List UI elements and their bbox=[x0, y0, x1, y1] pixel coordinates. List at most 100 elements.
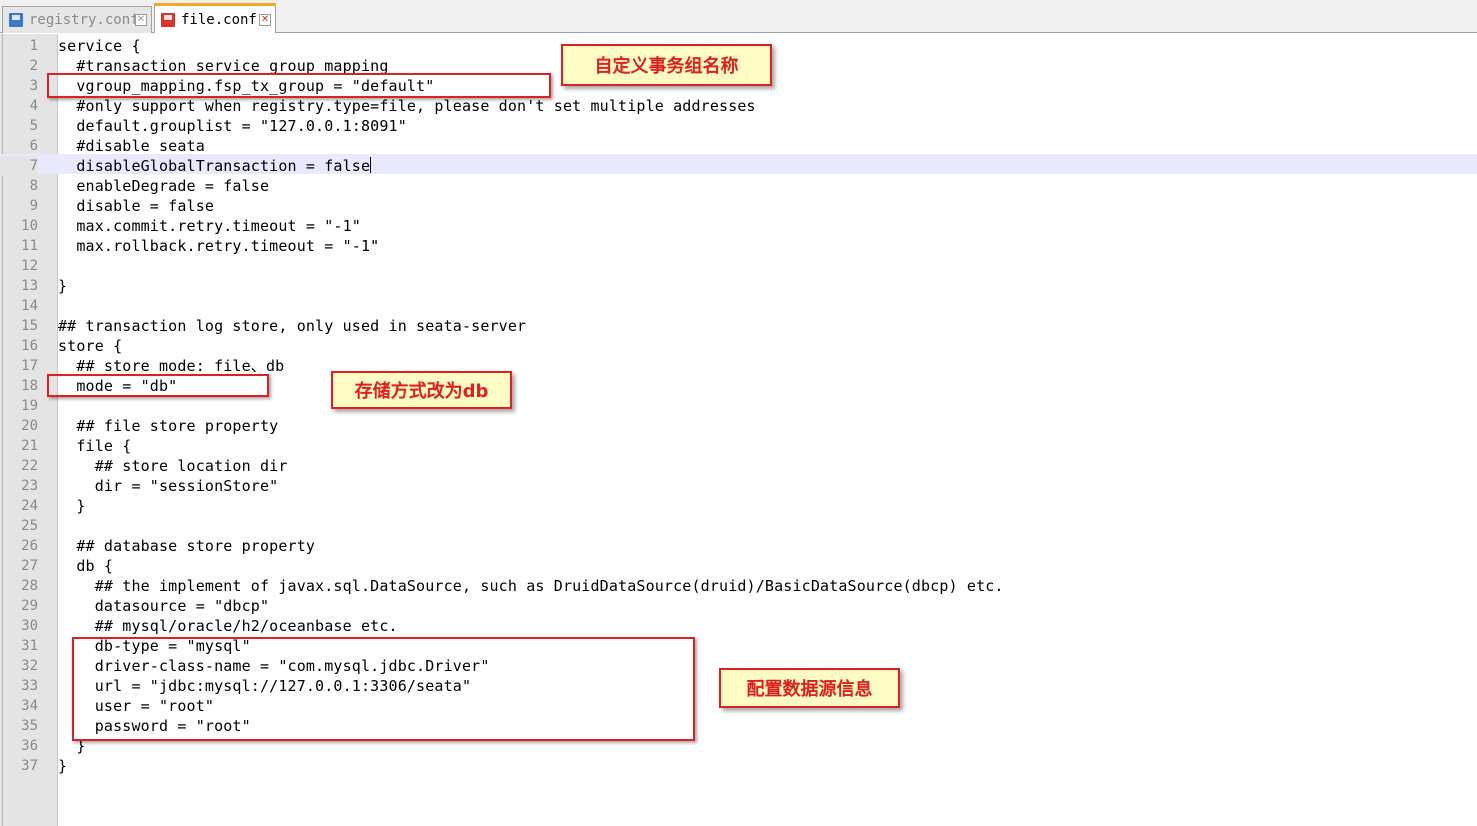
code-line[interactable]: 20 ## file store property bbox=[0, 414, 1477, 436]
code-line[interactable]: 5 default.grouplist = "127.0.0.1:8091" bbox=[0, 114, 1477, 136]
code-line[interactable]: 10 max.commit.retry.timeout = "-1" bbox=[0, 214, 1477, 236]
tab-bar: registry.conf ✕ file.conf ✕ bbox=[0, 0, 1477, 33]
line-number: 31 bbox=[21, 638, 38, 654]
line-number: 20 bbox=[21, 418, 38, 434]
callout-datasource: 配置数据源信息 bbox=[719, 668, 900, 708]
tab-label: registry.conf bbox=[29, 12, 135, 28]
line-text[interactable]: #disable seata bbox=[58, 136, 205, 156]
text-caret bbox=[370, 157, 372, 173]
line-number: 13 bbox=[21, 278, 38, 294]
line-text[interactable]: } bbox=[58, 496, 86, 516]
line-number: 35 bbox=[21, 718, 38, 734]
line-text[interactable]: } bbox=[58, 276, 67, 296]
code-line[interactable]: 9 disable = false bbox=[0, 194, 1477, 216]
line-number: 30 bbox=[21, 618, 38, 634]
line-number: 3 bbox=[29, 78, 38, 94]
line-text[interactable]: } bbox=[58, 756, 67, 776]
line-number: 18 bbox=[21, 378, 38, 394]
line-text[interactable]: store { bbox=[58, 336, 122, 356]
code-line[interactable]: 22 ## store location dir bbox=[0, 454, 1477, 476]
line-text[interactable]: max.commit.retry.timeout = "-1" bbox=[58, 216, 361, 236]
tab-file-conf[interactable]: file.conf ✕ bbox=[154, 3, 276, 33]
code-line[interactable]: 17 ## store mode: file、db bbox=[0, 354, 1477, 376]
line-text[interactable]: ## transaction log store, only used in s… bbox=[58, 316, 526, 336]
line-number: 29 bbox=[21, 598, 38, 614]
line-number: 24 bbox=[21, 498, 38, 514]
highlight-datasource bbox=[72, 637, 695, 741]
saved-file-icon bbox=[9, 13, 23, 27]
code-line[interactable]: 15 ## transaction log store, only used in… bbox=[0, 314, 1477, 336]
code-line[interactable]: 26 ## database store property bbox=[0, 534, 1477, 556]
line-number: 4 bbox=[29, 98, 38, 114]
code-line[interactable]: 8 enableDegrade = false bbox=[0, 174, 1477, 196]
line-text[interactable]: datasource = "dbcp" bbox=[58, 596, 269, 616]
line-number: 26 bbox=[21, 538, 38, 554]
code-line[interactable]: 19 bbox=[0, 394, 1477, 414]
code-line[interactable]: 37} bbox=[0, 754, 1477, 776]
line-number: 12 bbox=[21, 258, 38, 274]
code-line[interactable]: 16 store { bbox=[0, 334, 1477, 356]
line-text[interactable]: default.grouplist = "127.0.0.1:8091" bbox=[58, 116, 407, 136]
highlight-store-mode bbox=[47, 374, 269, 397]
line-text[interactable]: disable = false bbox=[58, 196, 214, 216]
callout-store-mode: 存储方式改为db bbox=[331, 371, 512, 409]
line-number: 19 bbox=[21, 398, 38, 414]
line-text[interactable]: max.rollback.retry.timeout = "-1" bbox=[58, 236, 379, 256]
code-line[interactable]: 25 bbox=[0, 514, 1477, 534]
callout-group-name: 自定义事务组名称 bbox=[561, 44, 772, 86]
line-text[interactable]: ## store mode: file、db bbox=[58, 356, 284, 376]
line-number: 17 bbox=[21, 358, 38, 374]
code-line[interactable]: 12 bbox=[0, 254, 1477, 274]
line-number: 22 bbox=[21, 458, 38, 474]
close-tab-icon[interactable]: ✕ bbox=[259, 13, 271, 26]
line-number: 36 bbox=[21, 738, 38, 754]
code-line[interactable]: 28 ## the implement of javax.sql.DataSou… bbox=[0, 574, 1477, 596]
code-line[interactable]: 11 max.rollback.retry.timeout = "-1" bbox=[0, 234, 1477, 256]
tab-registry-conf[interactable]: registry.conf ✕ bbox=[2, 6, 152, 33]
line-number: 23 bbox=[21, 478, 38, 494]
line-number: 2 bbox=[29, 58, 38, 74]
code-line[interactable]: 30 ## mysql/oracle/h2/oceanbase etc. bbox=[0, 614, 1477, 636]
line-text[interactable]: ## mysql/oracle/h2/oceanbase etc. bbox=[58, 616, 398, 636]
line-number: 34 bbox=[21, 698, 38, 714]
line-number: 14 bbox=[21, 298, 38, 314]
code-line[interactable]: 23 dir = "sessionStore" bbox=[0, 474, 1477, 496]
line-number: 37 bbox=[21, 758, 38, 774]
line-number: 32 bbox=[21, 658, 38, 674]
line-number: 16 bbox=[21, 338, 38, 354]
line-text[interactable]: #only support when registry.type=file, p… bbox=[58, 96, 756, 116]
line-text[interactable]: ## store location dir bbox=[58, 456, 288, 476]
line-text[interactable]: ## the implement of javax.sql.DataSource… bbox=[58, 576, 1004, 596]
line-number: 9 bbox=[29, 198, 38, 214]
close-tab-icon[interactable]: ✕ bbox=[135, 14, 147, 26]
code-line[interactable]: 14 bbox=[0, 294, 1477, 314]
line-number: 15 bbox=[21, 318, 38, 334]
unsaved-file-icon bbox=[161, 12, 175, 27]
line-number: 28 bbox=[21, 578, 38, 594]
code-line[interactable]: 21 file { bbox=[0, 434, 1477, 456]
line-number: 1 bbox=[29, 38, 38, 54]
line-number: 27 bbox=[21, 558, 38, 574]
code-line[interactable]: 6 #disable seata bbox=[0, 134, 1477, 156]
line-number: 10 bbox=[21, 218, 38, 234]
line-text[interactable]: disableGlobalTransaction = false bbox=[58, 156, 372, 176]
code-line[interactable]: 24 } bbox=[0, 494, 1477, 516]
line-number: 21 bbox=[21, 438, 38, 454]
line-text[interactable]: service { bbox=[58, 36, 141, 56]
line-text[interactable]: db { bbox=[58, 556, 113, 576]
tab-label: file.conf bbox=[181, 11, 257, 28]
line-text[interactable]: enableDegrade = false bbox=[58, 176, 269, 196]
code-line[interactable]: 13} bbox=[0, 274, 1477, 296]
code-line[interactable]: 27 db { bbox=[0, 554, 1477, 576]
line-text[interactable]: file { bbox=[58, 436, 131, 456]
line-number: 25 bbox=[21, 518, 38, 534]
line-text[interactable]: dir = "sessionStore" bbox=[58, 476, 278, 496]
line-number: 33 bbox=[21, 678, 38, 694]
line-text[interactable]: ## database store property bbox=[58, 536, 315, 556]
code-line[interactable]: 29 datasource = "dbcp" bbox=[0, 594, 1477, 616]
line-number: 6 bbox=[29, 138, 38, 154]
line-number: 8 bbox=[29, 178, 38, 194]
line-text[interactable]: ## file store property bbox=[58, 416, 278, 436]
highlight-group-mapping bbox=[47, 73, 551, 98]
code-line[interactable]: 7 disableGlobalTransaction = false bbox=[0, 154, 1477, 176]
